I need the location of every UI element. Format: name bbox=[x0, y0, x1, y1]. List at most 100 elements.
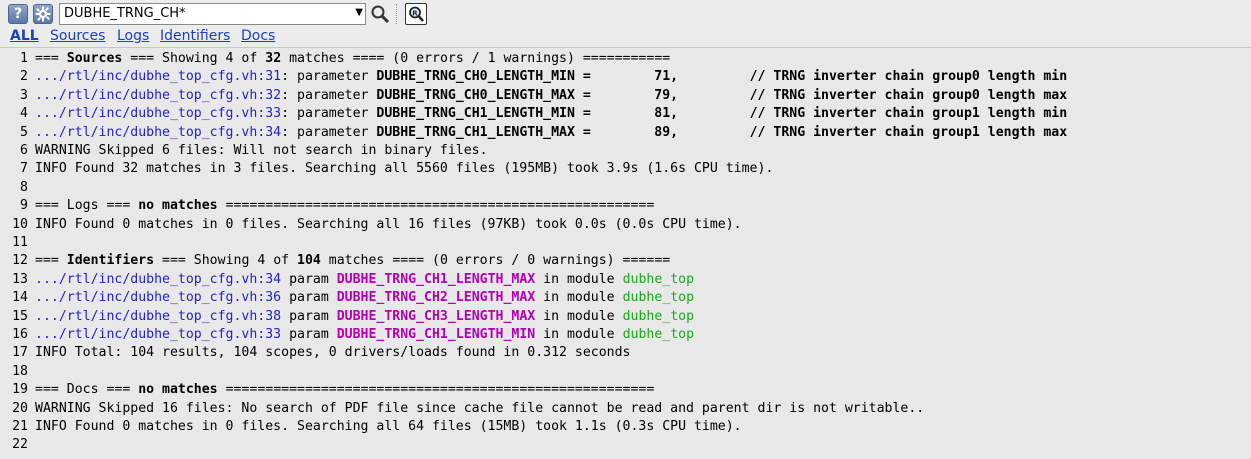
identifier-name[interactable]: DUBHE_TRNG_CH3_LENGTH_MAX bbox=[337, 309, 536, 324]
result-line: 14 .../rtl/inc/dubhe_top_cfg.vh:36 param … bbox=[0, 289, 1251, 307]
file-link[interactable]: .../rtl/inc/dubhe_top_cfg.vh:34 bbox=[35, 272, 281, 287]
line-number: 14 bbox=[12, 290, 28, 306]
line-number: 16 bbox=[12, 327, 28, 342]
line-text: .../rtl/inc/dubhe_top_cfg.vh:38 param DU… bbox=[35, 308, 694, 326]
file-link[interactable]: .../rtl/inc/dubhe_top_cfg.vh:33 bbox=[35, 327, 281, 342]
result-line: 3 .../rtl/inc/dubhe_top_cfg.vh:32: parame… bbox=[0, 87, 1251, 105]
line-number: 11 bbox=[12, 235, 28, 250]
bold-text: 104 bbox=[297, 253, 321, 269]
bold-text: no matches bbox=[138, 382, 218, 398]
toolbar: ? DUBHE_TRNG_CH* ▼ R bbox=[0, 0, 1251, 28]
query-input[interactable]: DUBHE_TRNG_CH* bbox=[64, 6, 186, 22]
line-text: === Sources === Showing 4 of 32 matches … bbox=[35, 50, 670, 68]
line-text: .../rtl/inc/dubhe_top_cfg.vh:34 param DU… bbox=[35, 271, 694, 289]
line-number: 17 bbox=[12, 345, 28, 361]
filter-sources[interactable]: Sources bbox=[50, 28, 105, 45]
result-line: 5 .../rtl/inc/dubhe_top_cfg.vh:34: parame… bbox=[0, 124, 1251, 142]
result-line: 8 bbox=[0, 179, 1251, 197]
result-line: 9 === Logs === no matches ===============… bbox=[0, 197, 1251, 215]
query-combo[interactable]: DUBHE_TRNG_CH* ▼ bbox=[59, 3, 366, 25]
module-name[interactable]: dubhe_top bbox=[623, 309, 694, 324]
plain-text: === bbox=[35, 253, 67, 269]
line-number: 1 bbox=[20, 51, 28, 66]
plain-text: in module bbox=[535, 290, 623, 306]
line-number: 7 bbox=[20, 161, 28, 177]
filter-docs[interactable]: Docs bbox=[241, 28, 275, 45]
plain-text: WARNING Skipped 6 files: Will not search… bbox=[35, 143, 488, 158]
line-number: 19 bbox=[12, 382, 28, 398]
result-line: 19 === Docs === no matches ==============… bbox=[0, 381, 1251, 399]
module-name[interactable]: dubhe_top bbox=[623, 327, 694, 342]
line-number: 21 bbox=[12, 419, 28, 434]
bold-text: no matches bbox=[138, 198, 218, 214]
file-link[interactable]: .../rtl/inc/dubhe_top_cfg.vh:36 bbox=[35, 290, 281, 305]
line-text: .../rtl/inc/dubhe_top_cfg.vh:34: paramet… bbox=[35, 124, 1067, 142]
identifier-name[interactable]: DUBHE_TRNG_CH2_LENGTH_MAX bbox=[337, 290, 536, 305]
line-text: .../rtl/inc/dubhe_top_cfg.vh:33: paramet… bbox=[35, 105, 1067, 123]
bold-text: DUBHE_TRNG_CH1_LENGTH_MIN = 81, // TRNG … bbox=[376, 106, 1068, 122]
search-results-output: 1 === Sources === Showing 4 of 32 matches… bbox=[0, 48, 1251, 459]
svg-text:R: R bbox=[412, 10, 418, 18]
identifier-name[interactable]: DUBHE_TRNG_CH1_LENGTH_MAX bbox=[337, 272, 536, 287]
refine-search-icon[interactable]: R bbox=[405, 3, 427, 25]
line-text: INFO Found 32 matches in 3 files. Search… bbox=[35, 160, 773, 178]
line-text: .../rtl/inc/dubhe_top_cfg.vh:32: paramet… bbox=[35, 87, 1067, 105]
bold-text: 32 bbox=[265, 51, 282, 66]
search-icon[interactable] bbox=[370, 4, 390, 24]
filter-logs[interactable]: Logs bbox=[117, 28, 149, 45]
plain-text: WARNING Skipped 16 files: No search of P… bbox=[35, 400, 925, 416]
line-text: .../rtl/inc/dubhe_top_cfg.vh:36 param DU… bbox=[35, 289, 694, 307]
plain-text: param bbox=[281, 308, 337, 324]
result-line: 12 === Identifiers === Showing 4 of 104 m… bbox=[0, 252, 1251, 270]
plain-text: matches ==== (0 errors / 0 warnings) ===… bbox=[320, 253, 671, 269]
line-text: INFO Total: 104 results, 104 scopes, 0 d… bbox=[35, 344, 630, 362]
toolbar-separator bbox=[396, 4, 399, 24]
gear-icon[interactable] bbox=[33, 4, 53, 24]
bold-text: Identifiers bbox=[66, 253, 155, 269]
plain-text: param bbox=[281, 271, 337, 287]
plain-text: in module bbox=[535, 308, 623, 324]
plain-text: in module bbox=[535, 271, 623, 287]
file-link[interactable]: .../rtl/inc/dubhe_top_cfg.vh:33 bbox=[35, 106, 281, 121]
line-number: 9 bbox=[20, 198, 28, 214]
line-number: 18 bbox=[12, 363, 28, 379]
line-number: 4 bbox=[20, 106, 28, 122]
plain-text: === bbox=[35, 51, 67, 66]
line-text: INFO Found 0 matches in 0 files. Searchi… bbox=[35, 216, 742, 234]
plain-text: param bbox=[281, 290, 337, 306]
result-line: 1 === Sources === Showing 4 of 32 matches… bbox=[0, 50, 1251, 68]
bold-text: DUBHE_TRNG_CH0_LENGTH_MAX = 79, // TRNG … bbox=[376, 87, 1068, 103]
file-link[interactable]: .../rtl/inc/dubhe_top_cfg.vh:31 bbox=[35, 69, 281, 84]
plain-text: : parameter bbox=[281, 124, 377, 140]
filter-all[interactable]: ALL bbox=[10, 28, 39, 45]
result-line: 22 bbox=[0, 436, 1251, 454]
file-link[interactable]: .../rtl/inc/dubhe_top_cfg.vh:34 bbox=[35, 125, 281, 140]
file-link[interactable]: .../rtl/inc/dubhe_top_cfg.vh:32 bbox=[35, 88, 281, 103]
line-number: 8 bbox=[20, 179, 28, 195]
plain-text: param bbox=[281, 327, 337, 342]
line-text: === Docs === no matches ================… bbox=[35, 381, 654, 399]
line-number: 13 bbox=[12, 271, 28, 287]
plain-text: ========================================… bbox=[217, 382, 655, 398]
module-name[interactable]: dubhe_top bbox=[623, 290, 694, 305]
line-text: === Identifiers === Showing 4 of 104 mat… bbox=[35, 252, 670, 270]
line-number: 10 bbox=[12, 216, 28, 232]
line-text: .../rtl/inc/dubhe_top_cfg.vh:33 param DU… bbox=[35, 326, 694, 344]
help-button[interactable]: ? bbox=[8, 4, 28, 24]
filter-identifiers[interactable]: Identifiers bbox=[160, 28, 230, 45]
result-line: 17 INFO Total: 104 results, 104 scopes, 0… bbox=[0, 344, 1251, 362]
line-number: 2 bbox=[20, 69, 28, 85]
plain-text: === Showing 4 of bbox=[122, 51, 266, 66]
plain-text: INFO Found 0 matches in 0 files. Searchi… bbox=[35, 419, 742, 434]
result-line: 6 WARNING Skipped 6 files: Will not searc… bbox=[0, 142, 1251, 160]
file-link[interactable]: .../rtl/inc/dubhe_top_cfg.vh:38 bbox=[35, 309, 281, 324]
chevron-down-icon[interactable]: ▼ bbox=[355, 7, 363, 18]
bold-text: DUBHE_TRNG_CH1_LENGTH_MAX = 89, // TRNG … bbox=[376, 124, 1068, 140]
result-line: 2 .../rtl/inc/dubhe_top_cfg.vh:31: parame… bbox=[0, 68, 1251, 86]
plain-text: ========================================… bbox=[217, 198, 655, 214]
bold-text: Sources bbox=[66, 51, 123, 66]
line-number: 3 bbox=[20, 87, 28, 103]
identifier-name[interactable]: DUBHE_TRNG_CH1_LENGTH_MIN bbox=[337, 327, 536, 342]
module-name[interactable]: dubhe_top bbox=[623, 272, 694, 287]
plain-text: : parameter bbox=[281, 87, 377, 103]
